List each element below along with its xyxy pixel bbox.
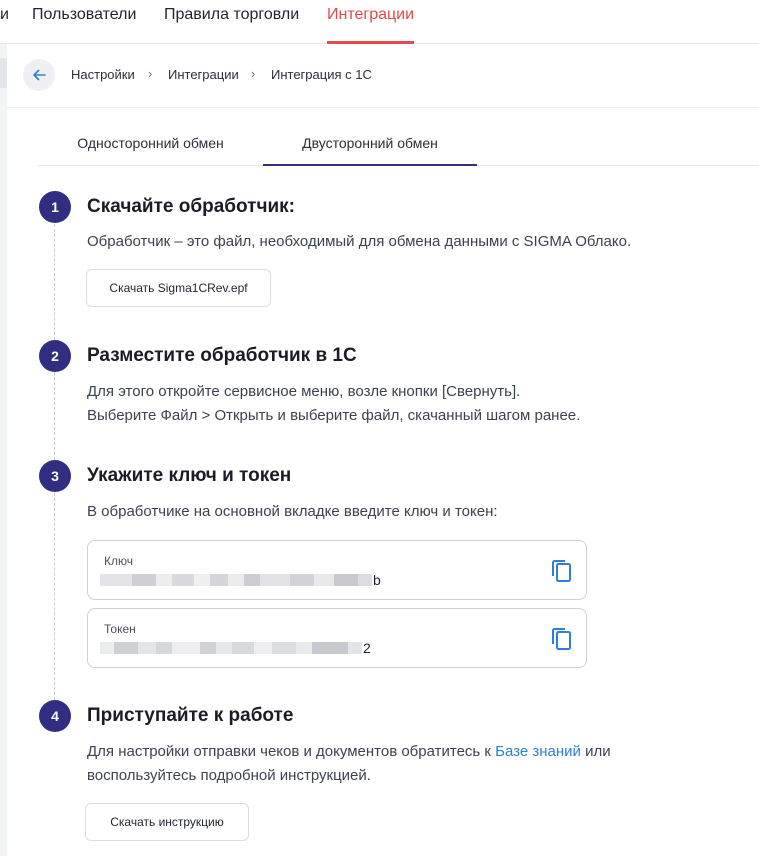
step-4-text-after-link: или <box>580 743 611 760</box>
knowledge-base-link[interactable]: Базе знаний <box>495 743 581 760</box>
arrow-left-icon <box>33 69 46 81</box>
back-button[interactable] <box>23 59 55 91</box>
step-2-title: Разместите обработчик в 1С <box>87 345 357 366</box>
token-field: Токен 2 <box>87 608 587 668</box>
nav-tab-previous[interactable]: и <box>0 0 9 44</box>
step-number-4: 4 <box>39 700 71 732</box>
breadcrumb-settings[interactable]: Настройки <box>71 67 135 82</box>
timeline-connector <box>54 372 55 460</box>
nav-tab-users[interactable]: Пользователи <box>32 0 136 44</box>
step-1-description: Обработчик – это файл, необходимый для о… <box>87 233 632 250</box>
key-field-visible-tail: b <box>373 572 381 588</box>
key-field-value[interactable]: b <box>100 572 381 588</box>
nav-tab-trade-rules[interactable]: Правила торговли <box>164 0 299 44</box>
breadcrumb-integrations[interactable]: Интеграции <box>168 67 239 82</box>
token-field-visible-tail: 2 <box>363 640 371 656</box>
copy-icon <box>552 560 571 582</box>
download-handler-button[interactable]: Скачать Sigma1CRev.epf <box>86 269 271 307</box>
step-1-title: Скачайте обработчик: <box>87 196 295 217</box>
tab-one-way-exchange[interactable]: Односторонний обмен <box>38 122 263 166</box>
breadcrumb-separator: › <box>251 66 256 81</box>
download-instruction-button[interactable]: Скачать инструкцию <box>85 803 249 841</box>
sidebar-edge <box>0 44 7 856</box>
top-navigation: и Пользователи Правила торговли Интеграц… <box>0 0 759 44</box>
step-4-text-before-link: Для настройки отправки чеков и документо… <box>87 743 496 760</box>
step-3-description: В обработчике на основной вкладке введит… <box>87 503 498 520</box>
timeline-connector <box>54 224 55 340</box>
copy-token-button[interactable] <box>550 626 574 652</box>
breadcrumb-separator: › <box>148 66 153 81</box>
step-2-description-line2: Выберите Файл > Открыть и выберите файл,… <box>87 407 581 424</box>
step-4-description-line1: Для настройки отправки чеков и документо… <box>87 740 611 764</box>
key-field-label: Ключ <box>104 554 133 568</box>
breadcrumb-current: Интеграция с 1С <box>271 67 372 82</box>
step-number-3: 3 <box>39 460 71 492</box>
step-4-title: Приступайте к работе <box>87 705 294 726</box>
step-3-title: Укажите ключ и токен <box>87 465 292 486</box>
step-4-description-line2: воспользуйтесь подробной инструкцией. <box>87 767 371 784</box>
breadcrumb: Настройки › Интеграции › Интеграция с 1С <box>7 44 759 108</box>
step-number-1: 1 <box>39 191 71 223</box>
copy-icon <box>552 628 571 650</box>
timeline-connector <box>54 493 55 700</box>
nav-tab-integrations[interactable]: Интеграции <box>327 0 415 44</box>
token-field-value[interactable]: 2 <box>100 640 371 656</box>
exchange-type-tabs: Односторонний обмен Двусторонний обмен <box>38 122 759 166</box>
step-2-description-line1: Для этого откройте сервисное меню, возле… <box>87 383 521 400</box>
copy-key-button[interactable] <box>550 558 574 584</box>
tab-two-way-exchange[interactable]: Двусторонний обмен <box>263 122 477 166</box>
token-field-label: Токен <box>104 622 136 636</box>
key-field: Ключ b <box>87 540 587 600</box>
step-number-2: 2 <box>39 340 71 372</box>
